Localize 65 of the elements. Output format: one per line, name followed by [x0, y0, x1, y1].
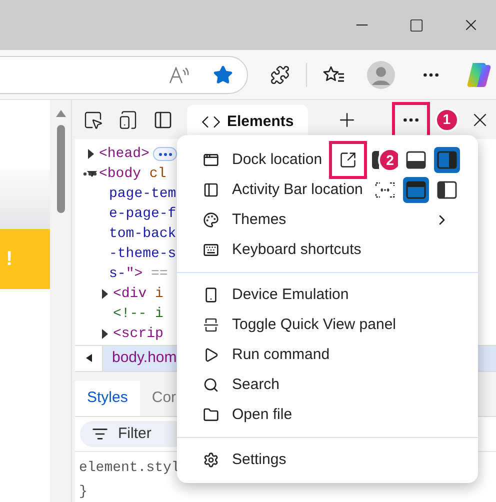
layout-option[interactable]	[434, 147, 460, 173]
page-scrollbar[interactable]	[50, 100, 72, 502]
filter-icon	[92, 426, 108, 442]
menu-item[interactable]: Toggle Quick View panel	[177, 310, 478, 340]
scroll-up-icon[interactable]	[56, 110, 66, 117]
styles-pane-tab[interactable]: Styles	[75, 380, 140, 416]
panel-left-icon	[203, 182, 219, 198]
collapsed-triangle-icon[interactable]	[87, 149, 95, 160]
undock-icon	[339, 151, 357, 169]
maximize-icon[interactable]	[409, 18, 424, 32]
keyboard-icon	[203, 242, 219, 258]
style-rule-text: element.styl	[79, 459, 180, 478]
menu-item[interactable]: Settings	[177, 445, 478, 475]
banner-text: !	[6, 247, 13, 272]
code-line: tom-back	[108, 224, 176, 244]
profile-avatar-icon[interactable]	[367, 60, 395, 88]
folder-icon	[203, 407, 219, 423]
favorites-icon[interactable]	[323, 64, 345, 84]
code-line: <!-- i	[113, 304, 164, 324]
dock-icon	[203, 152, 219, 168]
inspect-icon[interactable]	[83, 110, 103, 130]
page-header	[0, 170, 50, 229]
extensions-icon[interactable]	[270, 64, 290, 84]
sidebar-toggle-icon[interactable]	[153, 110, 173, 130]
menu-item[interactable]: Run command	[177, 340, 478, 370]
address-bar[interactable]	[0, 56, 248, 94]
code-line: <scrip	[113, 324, 164, 344]
step-badge: 2	[378, 148, 398, 172]
code-line: page-tem	[108, 184, 176, 204]
code-line: <body cl	[99, 164, 166, 184]
code-line: -theme-s	[108, 244, 176, 264]
copilot-logo[interactable]	[465, 60, 493, 88]
code-line: e-page-f	[108, 204, 176, 224]
menu-item[interactable]: Device Emulation	[177, 280, 478, 310]
right-layout-icon	[437, 151, 457, 169]
menu-item-label: Dock location	[232, 150, 322, 170]
read-aloud-icon[interactable]	[169, 66, 191, 84]
more-dots-icon[interactable]	[83, 172, 97, 176]
search-icon	[203, 377, 219, 393]
collapsed-content-badge[interactable]	[153, 147, 178, 162]
menu-item[interactable]: Keyboard shortcuts	[177, 235, 478, 265]
code-line: s-"> ==	[108, 264, 168, 284]
palette-icon	[203, 212, 219, 228]
collapsed-triangle-icon[interactable]	[101, 289, 109, 300]
menu-item-label: Activity Bar location	[232, 180, 363, 200]
step-badge: 1	[434, 108, 459, 132]
collapsed-triangle-icon[interactable]	[101, 329, 109, 340]
hidden-layout-icon	[375, 181, 395, 199]
play-icon	[203, 347, 219, 363]
style-rule-text: }	[79, 483, 88, 502]
bottom-layout-icon	[406, 151, 426, 169]
split-panel-icon	[203, 317, 219, 333]
favorite-star-icon[interactable]	[213, 64, 233, 84]
scrollbar-thumb[interactable]	[56, 125, 64, 213]
layout-option[interactable]	[372, 151, 379, 169]
left-layout-icon	[437, 181, 457, 199]
device-icon	[203, 287, 219, 303]
settings-icon	[203, 452, 219, 468]
code-line: <div i	[113, 284, 164, 304]
scroll-left-icon	[86, 354, 92, 362]
top-layout-icon	[406, 181, 426, 199]
code-line: <head>	[99, 144, 150, 164]
layout-option[interactable]	[403, 177, 429, 203]
menu-item[interactable]: Themes	[177, 205, 478, 235]
device-toggle-icon[interactable]	[118, 110, 138, 130]
